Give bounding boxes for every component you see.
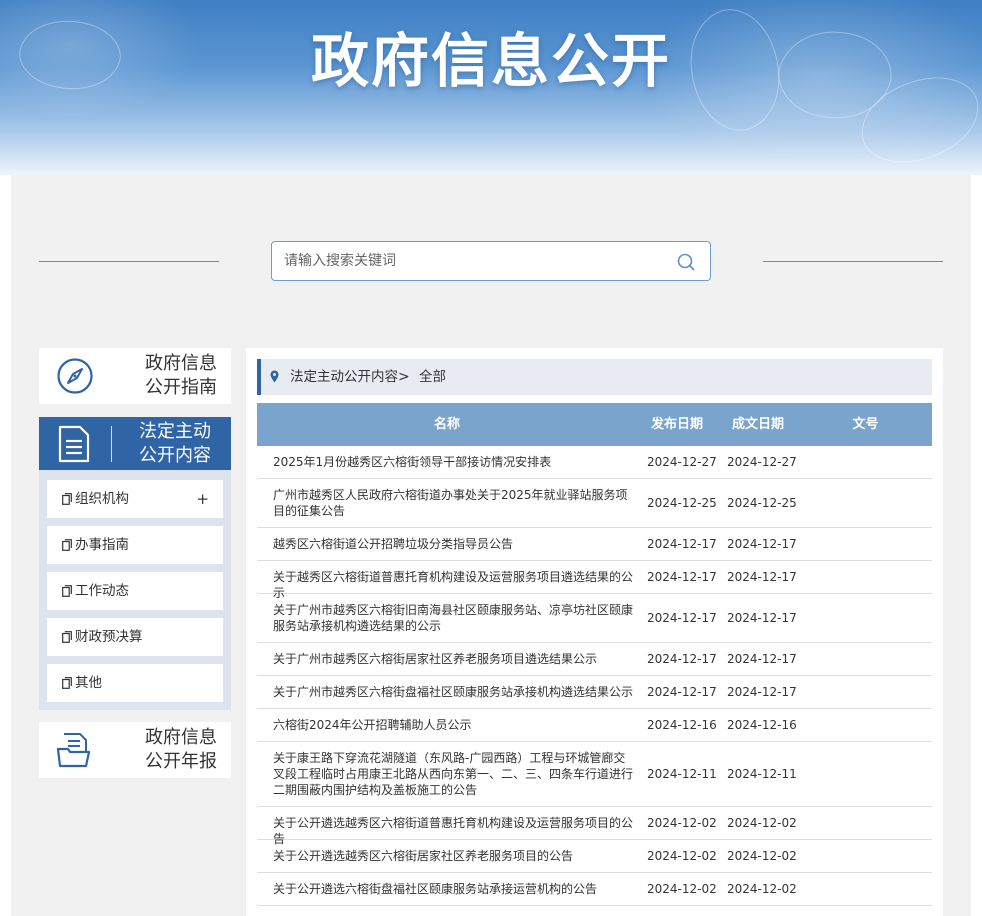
table-row: 六榕街2024年公开招聘辅助人员公示 2024-12-16 2024-12-16: [257, 709, 932, 742]
row-published-date: 2024-12-17: [647, 652, 717, 666]
document-small-icon: [62, 677, 72, 689]
sidebar-guide-label: 政府信息 公开指南: [145, 353, 217, 398]
folder-icon: [56, 733, 91, 768]
row-title-link[interactable]: 关于公开遴选越秀区六榕街居家社区养老服务项目的公告: [257, 840, 637, 872]
row-title-link[interactable]: 六榕街2024年公开招聘辅助人员公示: [257, 709, 637, 741]
document-small-icon: [62, 539, 72, 551]
sidebar-item-budget[interactable]: 财政预决算: [47, 618, 223, 656]
row-published-date: 2024-12-02: [647, 882, 717, 896]
table-row: 关于公开遴选六榕街盘福社区颐康服务站承接运营机构的公告 2024-12-02 2…: [257, 873, 932, 906]
sidebar-item-org[interactable]: 组织机构 +: [47, 480, 223, 518]
row-published-date: 2024-12-17: [647, 685, 717, 699]
row-title-link[interactable]: 关于广州市越秀区六榕街居家社区养老服务项目遴选结果公示: [257, 643, 637, 675]
row-published-date: 2024-12-02: [647, 849, 717, 863]
row-created-date: 2024-12-17: [727, 652, 797, 666]
sidebar-item-news[interactable]: 工作动态: [47, 572, 223, 610]
page-title: 政府信息公开: [310, 27, 671, 95]
sidebar-active-content[interactable]: 法定主动 公开内容: [39, 417, 231, 470]
breadcrumb-section[interactable]: 法定主动公开内容: [290, 359, 398, 395]
table-row: 广州市越秀区人民政府六榕街道办事处关于2025年就业驿站服务项目的征集公告 20…: [257, 479, 932, 528]
search-box: [271, 241, 711, 281]
sidebar-annual-label: 政府信息 公开年报: [145, 727, 217, 772]
table-row: 关于越秀区六榕街道普惠托育机构建设及运营服务项目遴选结果的公示 2024-12-…: [257, 561, 932, 600]
document-icon: [58, 425, 90, 463]
row-published-date: 2024-12-02: [647, 816, 717, 830]
chevron-right-icon: >: [398, 369, 410, 385]
row-published-date: 2024-12-17: [647, 611, 717, 625]
table-row: 2025年1月份越秀区六榕街领导干部接访情况安排表 2024-12-27 202…: [257, 446, 932, 479]
row-published-date: 2024-12-25: [647, 496, 717, 510]
row-created-date: 2024-12-02: [727, 849, 797, 863]
row-title-link[interactable]: 关于广州市越秀区六榕街旧南海县社区颐康服务站、凉亭坊社区颐康服务站承接机构遴选结…: [257, 594, 637, 642]
row-published-date: 2024-12-17: [647, 537, 717, 551]
table-header: 名称 发布日期 成文日期 文号: [257, 403, 932, 446]
sidebar-separator: [111, 426, 112, 462]
column-header-doc-no: 文号: [852, 417, 879, 432]
sidebar-active-label: 法定主动 公开内容: [139, 421, 211, 466]
document-small-icon: [62, 493, 72, 505]
document-small-icon: [62, 631, 72, 643]
sidebar-item-guide[interactable]: 办事指南: [47, 526, 223, 564]
table-row: 关于公开遴选越秀区六榕街居家社区养老服务项目的公告 2024-12-02 202…: [257, 840, 932, 873]
table-row: 关于康王路下穿流花湖隧道（东风路-广园西路）工程与环城管廊交叉段工程临时占用康王…: [257, 742, 932, 807]
row-created-date: 2024-12-27: [727, 455, 797, 469]
row-title-link[interactable]: 广州市越秀区人民政府六榕街道办事处关于2025年就业驿站服务项目的征集公告: [257, 479, 637, 527]
table-row: 关于广州市越秀区六榕街居家社区养老服务项目遴选结果公示 2024-12-17 2…: [257, 643, 932, 676]
row-title-link[interactable]: 越秀区六榕街道公开招聘垃圾分类指导员公告: [257, 528, 637, 560]
row-created-date: 2024-12-02: [727, 816, 797, 830]
column-header-published: 发布日期: [650, 417, 703, 432]
breadcrumb-current: 全部: [419, 369, 446, 385]
column-header-created: 成文日期: [731, 417, 784, 432]
table-row: 越秀区六榕街道公开招聘垃圾分类指导员公告 2024-12-17 2024-12-…: [257, 528, 932, 561]
column-header-name: 名称: [433, 417, 460, 432]
row-created-date: 2024-12-02: [727, 882, 797, 896]
row-title-link[interactable]: 关于康王路下穿流花湖隧道（东风路-广园西路）工程与环城管廊交叉段工程临时占用康王…: [257, 742, 637, 806]
page-banner: 政府信息公开: [0, 0, 982, 175]
expand-icon[interactable]: +: [196, 480, 209, 518]
sidebar-guide-link[interactable]: 政府信息 公开指南: [39, 348, 231, 404]
row-title-link[interactable]: 关于公开遴选六榕街盘福社区颐康服务站承接运营机构的公告: [257, 873, 637, 905]
row-created-date: 2024-12-17: [727, 685, 797, 699]
row-published-date: 2024-12-27: [647, 455, 717, 469]
sidebar-annual-report-link[interactable]: 政府信息 公开年报: [39, 722, 231, 778]
table-row: 关于广州市越秀区六榕街盘福社区颐康服务站承接机构遴选结果公示 2024-12-1…: [257, 676, 932, 709]
search-divider-left: [39, 261, 219, 262]
content-area: 法定主动公开内容 > 全部 名称 发布日期 成文日期 文号 2025年1月份越秀…: [246, 348, 943, 916]
row-created-date: 2024-12-17: [727, 570, 797, 584]
row-title-link[interactable]: 关于广州市越秀区六榕街盘福社区颐康服务站承接机构遴选结果公示: [257, 676, 637, 708]
row-created-date: 2024-12-11: [727, 767, 797, 781]
location-pin-icon: [270, 370, 279, 383]
sidebar-item-other[interactable]: 其他: [47, 664, 223, 702]
row-published-date: 2024-12-17: [647, 570, 717, 584]
row-title-link[interactable]: 2025年1月份越秀区六榕街领导干部接访情况安排表: [257, 446, 637, 478]
table-body: 2025年1月份越秀区六榕街领导干部接访情况安排表 2024-12-27 202…: [257, 446, 932, 906]
row-published-date: 2024-12-16: [647, 718, 717, 732]
sidebar-submenu: 组织机构 + 办事指南 工作动态 财政预决算 其他: [39, 470, 231, 710]
document-small-icon: [62, 585, 72, 597]
search-input[interactable]: [284, 242, 664, 280]
table-row: 关于公开遴选越秀区六榕街道普惠托育机构建设及运营服务项目的公告 2024-12-…: [257, 807, 932, 846]
row-published-date: 2024-12-11: [647, 767, 717, 781]
table-row: 关于广州市越秀区六榕街旧南海县社区颐康服务站、凉亭坊社区颐康服务站承接机构遴选结…: [257, 594, 932, 643]
row-created-date: 2024-12-17: [727, 537, 797, 551]
row-created-date: 2024-12-17: [727, 611, 797, 625]
search-icon[interactable]: [676, 252, 696, 272]
row-created-date: 2024-12-25: [727, 496, 797, 510]
compass-icon: [57, 358, 93, 394]
breadcrumb: 法定主动公开内容 > 全部: [257, 359, 932, 395]
search-divider-right: [763, 261, 943, 262]
row-created-date: 2024-12-16: [727, 718, 797, 732]
